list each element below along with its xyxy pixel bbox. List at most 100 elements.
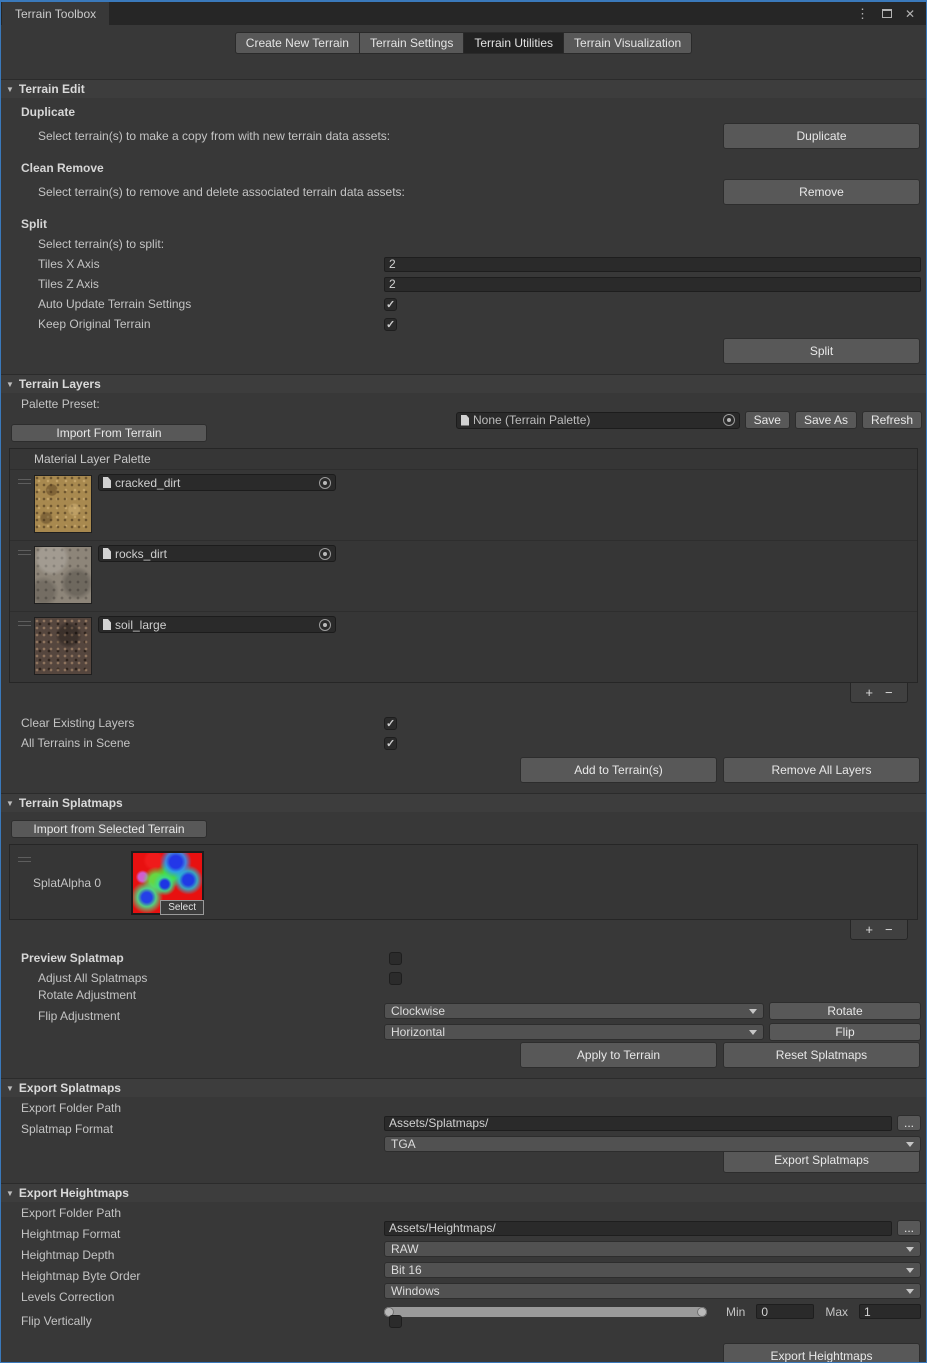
auto-update-checkbox[interactable] [384,298,397,311]
section-terrain-layers[interactable]: ▼ Terrain Layers [1,374,926,393]
heightmap-format-dropdown[interactable]: RAW [384,1241,921,1257]
keep-original-label: Keep Original Terrain [1,317,151,331]
tab-terrain-visualization[interactable]: Terrain Visualization [564,32,692,54]
auto-update-label: Auto Update Terrain Settings [1,297,191,311]
split-description: Select terrain(s) to split: [1,237,164,251]
flip-vertically-checkbox[interactable] [389,1315,402,1328]
layer-row[interactable]: cracked_dirt [10,469,917,540]
drag-handle-icon[interactable] [18,550,31,555]
duplicate-button[interactable]: Duplicate [723,123,920,149]
reset-splatmaps-button[interactable]: Reset Splatmaps [723,1042,920,1068]
heightmap-depth-value: Bit 16 [391,1263,422,1277]
clean-remove-description: Select terrain(s) to remove and delete a… [1,185,405,199]
close-icon[interactable]: ✕ [905,7,915,21]
export-folder-path-input[interactable]: Assets/Heightmaps/ [384,1221,892,1236]
heightmap-depth-dropdown[interactable]: Bit 16 [384,1262,921,1278]
rotate-adjustment-dropdown[interactable]: Clockwise [384,1003,764,1019]
splatmap-format-dropdown[interactable]: TGA [384,1136,921,1152]
splat-alpha-label: SplatAlpha 0 [33,876,101,890]
maximize-icon[interactable] [882,9,892,18]
drag-handle-icon[interactable] [18,479,31,484]
remove-splatmap-button[interactable]: − [885,923,893,936]
add-splatmap-button[interactable]: + [865,923,873,936]
tiles-z-label: Tiles Z Axis [1,277,99,291]
heightmap-byte-order-value: Windows [391,1284,440,1298]
window-tab[interactable]: Terrain Toolbox [2,2,109,25]
flip-button[interactable]: Flip [769,1023,921,1041]
duplicate-heading: Duplicate [1,105,75,119]
import-from-selected-terrain-button[interactable]: Import from Selected Terrain [11,820,207,838]
layer-thumbnail-cracked-dirt[interactable] [34,475,92,533]
heightmap-byte-order-dropdown[interactable]: Windows [384,1283,921,1299]
heightmap-byte-order-label: Heightmap Byte Order [1,1269,140,1283]
tab-create-new-terrain[interactable]: Create New Terrain [235,32,360,54]
remove-all-layers-button[interactable]: Remove All Layers [723,757,920,783]
clean-remove-heading: Clean Remove [1,161,104,175]
split-button[interactable]: Split [723,338,920,364]
splatmap-format-label: Splatmap Format [1,1122,113,1136]
remove-button[interactable]: Remove [723,179,920,205]
object-picker-icon[interactable] [319,477,331,489]
object-picker-icon[interactable] [319,548,331,560]
export-folder-path-label: Export Folder Path [1,1206,121,1220]
import-from-terrain-button[interactable]: Import From Terrain [11,424,207,442]
adjust-all-splatmaps-checkbox[interactable] [389,972,402,985]
foldout-arrow-icon: ▼ [6,799,14,808]
chevron-down-icon [749,1009,757,1014]
palette-preset-label: Palette Preset: [1,397,100,411]
browse-folder-button[interactable]: ... [897,1115,921,1131]
drag-handle-icon[interactable] [18,621,31,626]
section-terrain-splatmaps[interactable]: ▼ Terrain Splatmaps [1,793,926,812]
levels-correction-label: Levels Correction [1,1290,114,1304]
layer-row[interactable]: soil_large [10,611,917,682]
drag-handle-icon[interactable] [18,857,31,862]
select-splatmap-button[interactable]: Select [160,900,204,915]
flip-adjustment-dropdown[interactable]: Horizontal [384,1024,764,1040]
layer-object-field[interactable]: soil_large [98,616,336,633]
preview-splatmap-label: Preview Splatmap [1,951,124,965]
section-export-heightmaps[interactable]: ▼ Export Heightmaps [1,1183,926,1202]
rotate-button[interactable]: Rotate [769,1002,921,1020]
splatmap-thumbnail[interactable]: Select [131,851,204,915]
section-terrain-edit[interactable]: ▼ Terrain Edit [1,79,926,98]
layer-thumbnail-rocks-dirt[interactable] [34,546,92,604]
layer-row[interactable]: rocks_dirt [10,540,917,611]
clear-existing-layers-checkbox[interactable] [384,717,397,730]
tiles-x-label: Tiles X Axis [1,257,100,271]
all-terrains-in-scene-checkbox[interactable] [384,737,397,750]
foldout-arrow-icon: ▼ [6,85,14,94]
layer-object-field[interactable]: cracked_dirt [98,474,336,491]
apply-to-terrain-button[interactable]: Apply to Terrain [520,1042,717,1068]
add-layer-button[interactable]: + [865,686,873,699]
chevron-down-icon [906,1268,914,1273]
tiles-x-input[interactable]: 2 [384,257,921,272]
adjust-all-splatmaps-label: Adjust All Splatmaps [1,971,147,985]
object-picker-icon[interactable] [319,619,331,631]
chevron-down-icon [906,1289,914,1294]
layer-object-field[interactable]: rocks_dirt [98,545,336,562]
tab-terrain-settings[interactable]: Terrain Settings [360,32,464,54]
split-heading: Split [1,217,47,231]
tiles-z-input[interactable]: 2 [384,277,921,292]
section-title: Terrain Layers [19,377,101,391]
mode-toolbar: Create New Terrain Terrain Settings Terr… [1,25,926,61]
add-to-terrains-button[interactable]: Add to Terrain(s) [520,757,717,783]
export-folder-path-input[interactable]: Assets/Splatmaps/ [384,1116,892,1131]
keep-original-checkbox[interactable] [384,318,397,331]
preview-splatmap-checkbox[interactable] [389,952,402,965]
material-layer-palette-list: Material Layer Palette cracked_dirt rock… [9,448,918,683]
browse-folder-button[interactable]: ... [897,1220,921,1236]
section-export-splatmaps[interactable]: ▼ Export Splatmaps [1,1078,926,1097]
heightmap-format-label: Heightmap Format [1,1227,120,1241]
splatmap-list: SplatAlpha 0 Select [9,844,918,920]
heightmap-depth-label: Heightmap Depth [1,1248,114,1262]
heightmap-format-value: RAW [391,1242,419,1256]
rotate-adjustment-value: Clockwise [391,1004,445,1018]
tab-terrain-utilities[interactable]: Terrain Utilities [464,32,564,54]
export-heightmaps-button[interactable]: Export Heightmaps [723,1343,920,1363]
kebab-menu-icon[interactable]: ⋮ [856,7,869,20]
remove-layer-button[interactable]: − [885,686,893,699]
flip-adjustment-label: Flip Adjustment [1,1009,120,1023]
layer-thumbnail-soil-large[interactable] [34,617,92,675]
window-controls: ⋮ ✕ [856,2,926,25]
